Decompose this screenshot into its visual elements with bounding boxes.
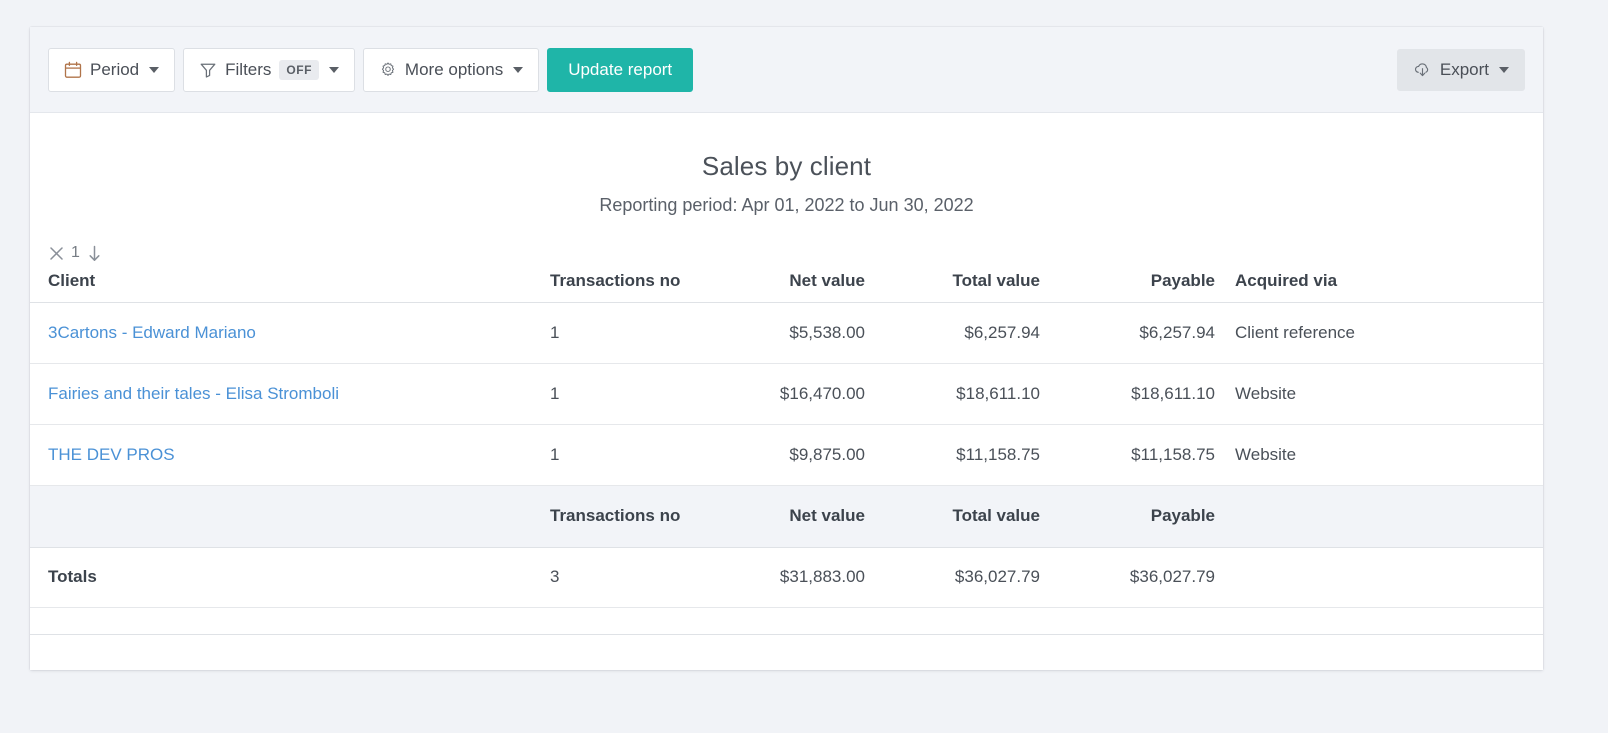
cell-transactions: 1 [540, 302, 700, 364]
page-title: Sales by client [701, 151, 872, 181]
export-button-label: Export [1439, 60, 1489, 79]
table-row: 3Cartons - Edward Mariano 1 $5,538.00 $6… [30, 302, 1543, 364]
totals-header-total-value: Total value [875, 484, 1050, 548]
cell-payable: $6,257.94 [1050, 302, 1225, 364]
cloud-download-icon [1413, 61, 1432, 79]
cell-client: Fairies and their tales - Elisa Strombol… [30, 363, 540, 425]
cell-acquired-via: Website [1225, 424, 1543, 486]
totals-header-blank [30, 484, 540, 548]
cell-total-value: $11,158.75 [875, 424, 1050, 486]
toolbar-right-group: Export [1396, 48, 1525, 91]
more-options-button[interactable]: More options [362, 47, 540, 92]
totals-header-transactions: Transactions no [540, 484, 700, 548]
table-header-row: Client Transactions no Net value Total v… [30, 260, 1543, 303]
cell-payable: $18,611.10 [1050, 363, 1225, 425]
cell-net-value: $5,538.00 [700, 302, 875, 364]
report-toolbar: Period Filters OFF More options Update r… [30, 27, 1543, 113]
table-header: Client Transactions no Net value Total v… [30, 260, 1543, 303]
totals-row: Totals 3 $31,883.00 $36,027.79 $36,027.7… [30, 547, 1543, 608]
update-report-button-label: Update report [568, 60, 673, 79]
filters-button[interactable]: Filters OFF [183, 47, 355, 92]
totals-payable: $36,027.79 [1050, 547, 1225, 608]
totals-blank [1225, 547, 1543, 608]
report-period-subtitle: Reporting period: Apr 01, 2022 to Jun 30… [599, 195, 974, 215]
toolbar-left-group: Period Filters OFF More options Update r… [48, 47, 694, 92]
update-report-button[interactable]: Update report [547, 47, 694, 92]
totals-header-payable: Payable [1050, 484, 1225, 548]
table-row: Fairies and their tales - Elisa Strombol… [30, 363, 1543, 425]
totals-label: Totals [30, 547, 540, 608]
cell-acquired-via: Website [1225, 363, 1543, 425]
column-header-total-value[interactable]: Total value [875, 260, 1050, 303]
table-body: 3Cartons - Edward Mariano 1 $5,538.00 $6… [30, 302, 1543, 608]
cell-acquired-via: Client reference [1225, 302, 1543, 364]
totals-transactions: 3 [540, 547, 700, 608]
cell-total-value: $18,611.10 [875, 363, 1050, 425]
calendar-icon [64, 61, 82, 79]
sales-by-client-table: Client Transactions no Net value Total v… [30, 260, 1543, 608]
column-header-acquired-via[interactable]: Acquired via [1225, 260, 1543, 303]
report-body: Sales by client Reporting period: Apr 01… [30, 113, 1543, 670]
totals-total-value: $36,027.79 [875, 547, 1050, 608]
period-button-label: Period [90, 60, 140, 79]
sort-indicator: 1 [30, 216, 1543, 263]
client-link[interactable]: THE DEV PROS [48, 445, 175, 464]
column-header-client[interactable]: Client [30, 260, 540, 303]
cell-transactions: 1 [540, 424, 700, 486]
column-header-transactions[interactable]: Transactions no [540, 260, 700, 303]
totals-net-value: $31,883.00 [700, 547, 875, 608]
funnel-icon [199, 61, 217, 79]
totals-header-net-value: Net value [700, 484, 875, 548]
card-footer [30, 633, 1543, 670]
app-root: Period Filters OFF More options Update r… [0, 0, 1608, 733]
close-x-icon[interactable] [48, 245, 65, 262]
totals-header-row: Transactions no Net value Total value Pa… [30, 484, 1543, 548]
cell-net-value: $16,470.00 [700, 363, 875, 425]
chevron-down-icon [328, 66, 339, 73]
filters-state-badge: OFF [279, 59, 319, 80]
chevron-down-icon [1499, 66, 1509, 73]
export-button[interactable]: Export [1396, 48, 1525, 91]
table-bottom-spacer [30, 607, 1543, 634]
totals-header-blank-2 [1225, 484, 1543, 548]
cell-transactions: 1 [540, 363, 700, 425]
cell-payable: $11,158.75 [1050, 424, 1225, 486]
cell-net-value: $9,875.00 [700, 424, 875, 486]
cell-total-value: $6,257.94 [875, 302, 1050, 364]
cell-client: 3Cartons - Edward Mariano [30, 302, 540, 364]
sort-index-label: 1 [71, 244, 80, 261]
arrow-down-icon[interactable] [86, 244, 103, 263]
client-link[interactable]: Fairies and their tales - Elisa Strombol… [48, 384, 339, 403]
gear-icon [379, 61, 397, 79]
table-row: THE DEV PROS 1 $9,875.00 $11,158.75 $11,… [30, 424, 1543, 486]
cell-client: THE DEV PROS [30, 424, 540, 486]
period-button[interactable]: Period [48, 47, 176, 92]
column-header-payable[interactable]: Payable [1050, 260, 1225, 303]
more-options-button-label: More options [404, 60, 504, 79]
filters-button-label: Filters [225, 60, 272, 79]
column-header-net-value[interactable]: Net value [700, 260, 875, 303]
chevron-down-icon [149, 66, 160, 73]
chevron-down-icon [513, 66, 524, 73]
client-link[interactable]: 3Cartons - Edward Mariano [48, 323, 256, 342]
report-card: Period Filters OFF More options Update r… [30, 27, 1543, 670]
